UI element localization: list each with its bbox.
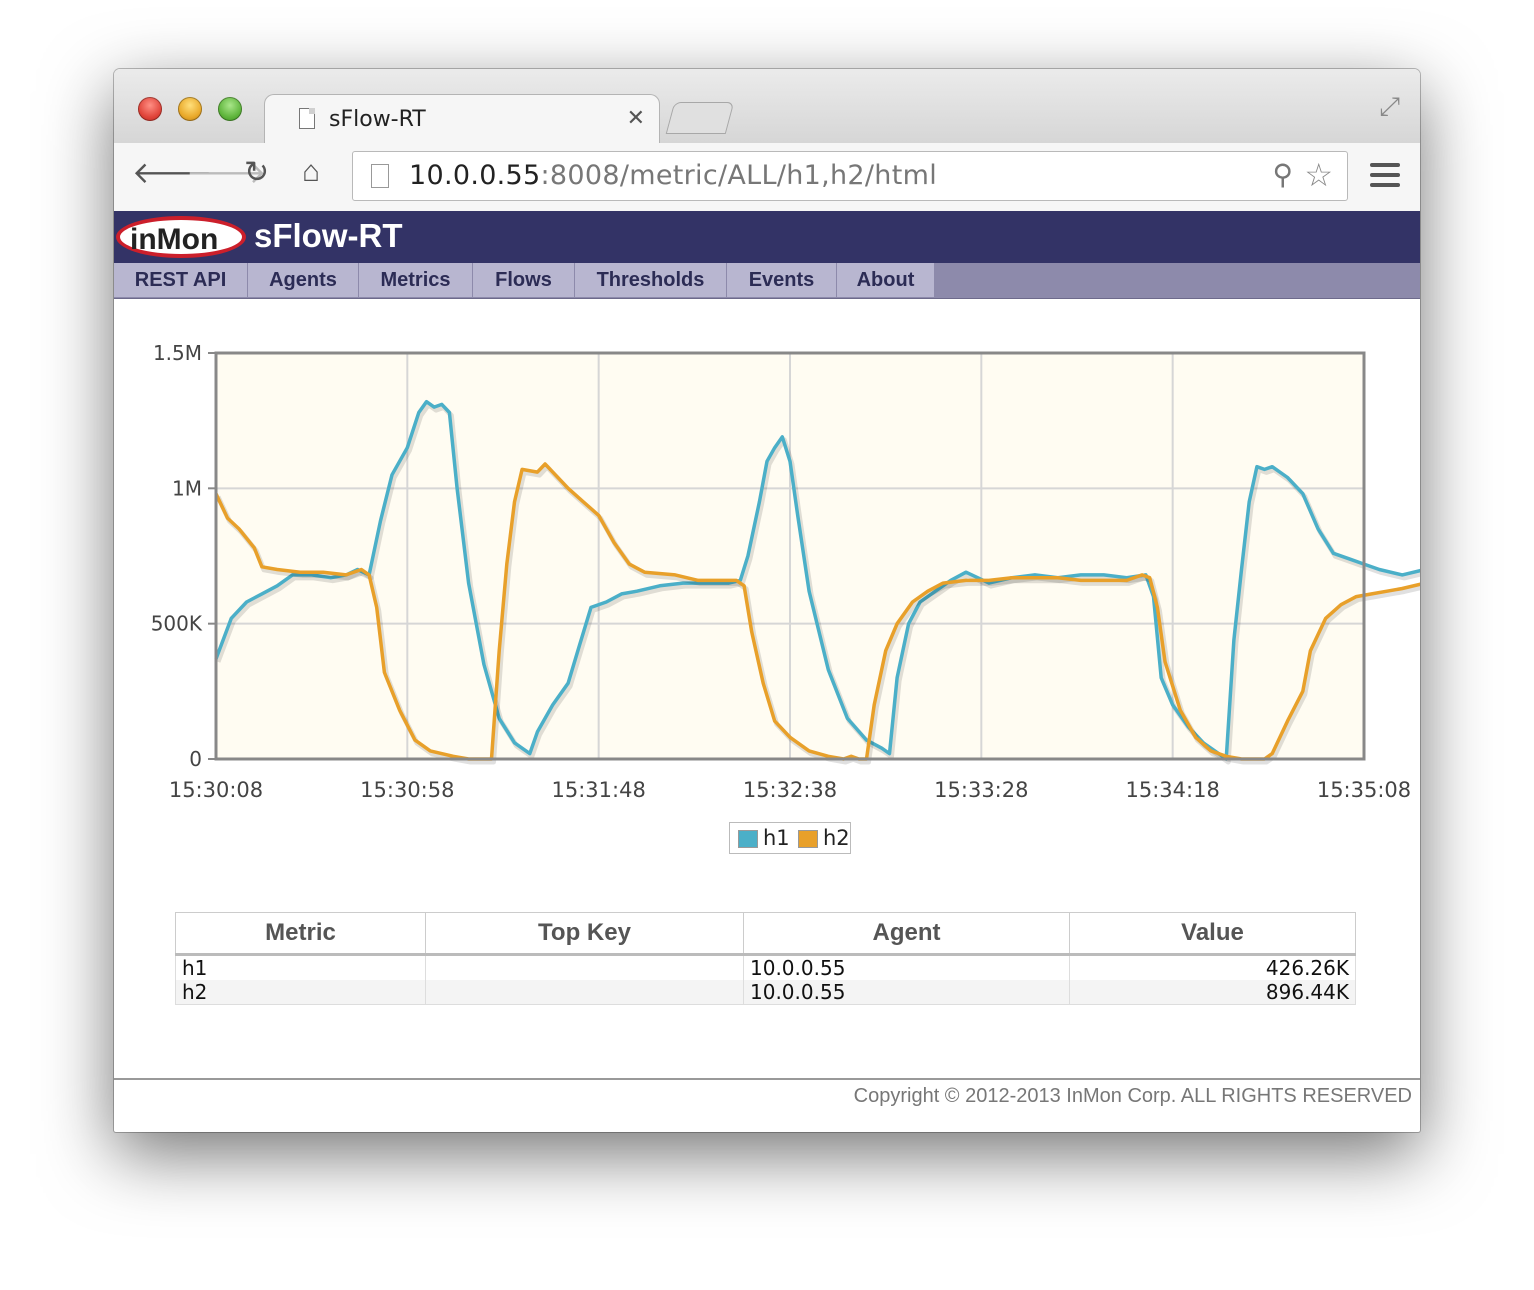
y-tick-label: 0: [189, 747, 202, 771]
brand-bar: inMon sFlow-RT: [114, 211, 1420, 263]
legend-swatch-h2: [798, 830, 818, 848]
cell-top-key: [425, 954, 744, 980]
nav-events[interactable]: Events: [727, 263, 837, 297]
nav-flows[interactable]: Flows: [473, 263, 575, 297]
app-title: sFlow-RT: [254, 217, 403, 254]
legend-swatch-h1: [738, 830, 758, 848]
col-top-key[interactable]: Top Key: [425, 912, 744, 956]
browser-tab[interactable]: sFlow-RT ✕: [264, 94, 660, 144]
x-tick-label: 15:30:08: [169, 778, 263, 802]
table-row: h1 10.0.0.55 426.26K: [175, 954, 1356, 980]
menu-icon[interactable]: [1370, 163, 1400, 193]
zoom-icon[interactable]: ⚲: [1272, 158, 1293, 191]
x-tick-label: 15:35:08: [1317, 778, 1411, 802]
tab-title: sFlow-RT: [329, 107, 426, 132]
chart-legend: h1 h2: [729, 822, 851, 854]
main-nav: REST API Agents Metrics Flows Thresholds…: [114, 263, 1420, 299]
col-metric[interactable]: Metric: [175, 912, 426, 956]
footer-divider: [114, 1078, 1420, 1080]
nav-thresholds[interactable]: Thresholds: [575, 263, 727, 297]
cell-top-key: [425, 980, 744, 1005]
bookmark-star-icon[interactable]: ☆: [1304, 156, 1333, 194]
home-icon[interactable]: ⌂: [302, 155, 320, 189]
inmon-logo: inMon: [116, 216, 246, 258]
table-row: h2 10.0.0.55 896.44K: [175, 980, 1356, 1005]
nav-agents[interactable]: Agents: [248, 263, 359, 297]
x-tick-label: 15:30:58: [360, 778, 454, 802]
legend-label-h2: h2: [823, 826, 850, 850]
metric-chart: 15:30:08 15:30:58 15:31:48 15:32:38 15:33:28…: [151, 341, 1420, 802]
minimize-window-button[interactable]: [178, 97, 202, 121]
copyright: Copyright © 2012-2013 InMon Corp. ALL RI…: [853, 1085, 1412, 1107]
col-value[interactable]: Value: [1069, 912, 1356, 956]
close-window-button[interactable]: [138, 97, 162, 121]
url-text[interactable]: 10.0.0.55:8008/metric/ALL/h1,h2/html: [409, 160, 937, 191]
address-bar[interactable]: 10.0.0.55:8008/metric/ALL/h1,h2/html ⚲ ☆: [352, 151, 1348, 201]
reload-icon[interactable]: ↻: [244, 155, 269, 190]
page-icon: [299, 108, 315, 129]
x-tick-label: 15:31:48: [552, 778, 646, 802]
cell-metric: h2: [175, 980, 426, 1005]
y-tick-label: 1.5M: [153, 341, 202, 365]
zoom-window-button[interactable]: [218, 97, 242, 121]
close-tab-icon[interactable]: ✕: [627, 105, 645, 131]
y-tick-label: 1M: [172, 476, 202, 500]
browser-window: sFlow-RT ✕ ⤢ 🡐 🡒 ↻ ⌂ 10.0.0.55:8008/metr…: [114, 69, 1420, 1132]
cell-value: 426.26K: [1069, 954, 1356, 980]
fullscreen-icon[interactable]: ⤢: [1379, 91, 1400, 123]
url-host: 10.0.0.55: [409, 160, 541, 191]
x-tick-label: 15:33:28: [934, 778, 1028, 802]
cell-agent: 10.0.0.55: [743, 954, 1070, 980]
url-path: :8008/metric/ALL/h1,h2/html: [540, 160, 937, 191]
page-icon: [371, 164, 389, 188]
metrics-table: Metric Top Key Agent Value h1 10.0.0.55 …: [175, 912, 1356, 1005]
cell-agent: 10.0.0.55: [743, 980, 1070, 1005]
new-tab-button[interactable]: [665, 102, 735, 134]
nav-rest-api[interactable]: REST API: [114, 263, 248, 297]
col-agent[interactable]: Agent: [743, 912, 1070, 956]
cell-value: 896.44K: [1069, 980, 1356, 1005]
x-tick-label: 15:32:38: [743, 778, 837, 802]
browser-toolbar: 🡐 🡒 ↻ ⌂ 10.0.0.55:8008/metric/ALL/h1,h2/…: [114, 143, 1420, 212]
nav-about[interactable]: About: [837, 263, 935, 297]
logo-text: inMon: [130, 223, 219, 256]
nav-metrics[interactable]: Metrics: [359, 263, 473, 297]
cell-metric: h1: [175, 954, 426, 980]
x-tick-label: 15:34:18: [1126, 778, 1220, 802]
tab-strip: sFlow-RT ✕ ⤢: [114, 69, 1420, 144]
legend-label-h1: h1: [763, 826, 790, 850]
y-tick-label: 500K: [151, 612, 203, 636]
